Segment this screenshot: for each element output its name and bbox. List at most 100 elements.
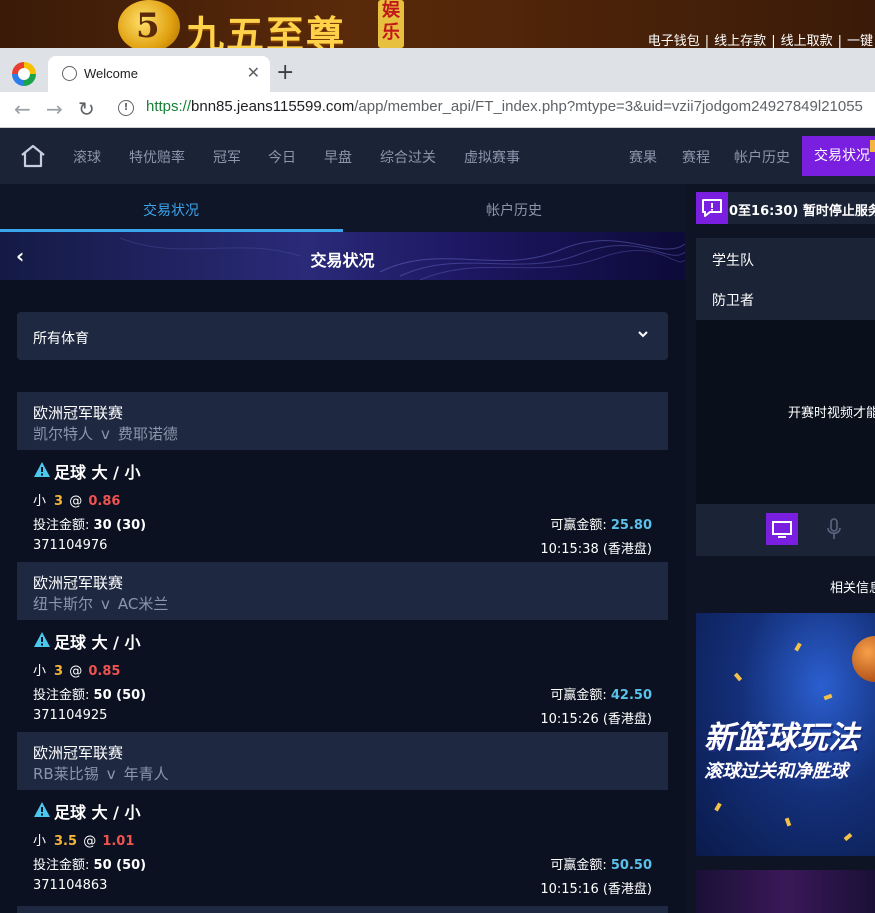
warning-icon (34, 802, 50, 817)
bet-market: 足球 大 / 小 (54, 633, 141, 652)
bet-odds: 0.86 (88, 494, 121, 509)
stake-label: 投注金额: (33, 688, 90, 703)
link-separator: | (704, 34, 710, 49)
close-icon[interactable]: ✕ (247, 63, 260, 82)
message-icon[interactable] (696, 192, 728, 224)
confetti-decoration (823, 693, 833, 701)
league-name: 欧洲冠军联赛 (33, 404, 124, 422)
next-bet-card-edge (17, 906, 668, 913)
side-team-b: 防卫者 (712, 293, 754, 309)
related-info-heading: 相关信息 (830, 581, 875, 596)
stake-value: 50 (50) (93, 688, 147, 703)
site-info-icon[interactable]: ! (118, 100, 134, 116)
nav-parlay[interactable]: 综合过关 (380, 147, 436, 167)
match-teams: RB莱比锡 v 年青人 (33, 763, 169, 784)
bet-card-header: 欧洲冠军联赛 RB莱比锡 v 年青人 (17, 732, 668, 790)
bet-id: 371104976 (33, 538, 108, 553)
tab-account-history[interactable]: 帐户历史 (486, 200, 542, 220)
confetti-decoration (843, 832, 853, 842)
link-one-click[interactable]: 一键 (845, 34, 875, 49)
chevron-down-icon[interactable] (637, 328, 649, 340)
stake-value: 50 (50) (93, 858, 147, 873)
bet-market: 足球 大 / 小 (54, 803, 141, 822)
side-team-a: 学生队 (712, 253, 754, 269)
away-team: 费耶诺德 (117, 425, 178, 443)
win-label: 可赢金额: (550, 858, 607, 873)
home-icon[interactable] (20, 144, 46, 168)
brand-tag-char-2: 乐 (382, 22, 400, 43)
link-deposit[interactable]: 线上存款 (712, 34, 768, 49)
sport-filter-select[interactable] (17, 312, 668, 360)
link-separator: | (771, 34, 776, 49)
second-promo-banner[interactable] (696, 870, 875, 913)
win-label: 可赢金额: (550, 688, 607, 703)
confetti-decoration (784, 817, 792, 827)
globe-icon (62, 66, 77, 81)
confetti-decoration (794, 642, 802, 652)
reload-icon[interactable]: ↻ (78, 97, 95, 121)
promo-subtitle: 滚球过关和净胜球 (704, 761, 848, 782)
tv-icon[interactable] (766, 513, 798, 545)
url-host: bnn85.jeans115599.com (191, 98, 355, 115)
at-sign: @ (69, 664, 83, 679)
sport-filter-value: 所有体育 (33, 331, 89, 347)
microphone-icon[interactable] (826, 518, 842, 540)
nav-early[interactable]: 早盘 (324, 147, 352, 167)
tab-bet-status[interactable]: 交易状况 (143, 200, 199, 220)
notification-dot (870, 140, 875, 152)
stake-line: 投注金额: 30 (30) (33, 514, 146, 533)
link-e-wallet[interactable]: 电子钱包 (646, 34, 702, 49)
vs-label: v (101, 595, 110, 613)
nav-bet-status[interactable]: 交易状况 (802, 136, 875, 176)
win-label: 可赢金额: (550, 518, 607, 533)
confetti-decoration (733, 672, 743, 682)
link-withdraw[interactable]: 线上取款 (779, 34, 835, 49)
home-team: RB莱比锡 (33, 765, 99, 783)
top-links: 电子钱包 | 线上存款 | 线上取款 | 一键 (646, 30, 875, 49)
nav-results[interactable]: 赛果 (629, 147, 657, 167)
win-line: 可赢金额: 25.80 (550, 514, 652, 533)
app-root: 5 九五至尊 娱 乐 电子钱包 | 线上存款 | 线上取款 | 一键 Welcome ✕ +… (0, 0, 875, 913)
nav-in-play[interactable]: 滚球 (73, 147, 101, 167)
browser-logo-icon[interactable] (12, 62, 36, 86)
at-sign: @ (69, 494, 83, 509)
forward-arrow-icon[interactable]: → (46, 97, 63, 121)
match-teams: 纽卡斯尔 v AC米兰 (33, 593, 168, 614)
win-line: 可赢金额: 42.50 (550, 684, 652, 703)
stake-label: 投注金额: (33, 858, 90, 873)
bet-selection: 小 (33, 664, 47, 679)
bet-card-header: 欧洲冠军联赛 凯尔特人 v 费耶诺德 (17, 392, 668, 450)
bet-card-header: 欧洲冠军联赛 纽卡斯尔 v AC米兰 (17, 562, 668, 620)
nav-special-odds[interactable]: 特优赔率 (129, 147, 185, 167)
address-input[interactable]: https://bnn85.jeans115599.com/app/member… (146, 98, 863, 115)
home-team: 凯尔特人 (33, 425, 94, 443)
bet-selection: 小 (33, 834, 47, 849)
new-tab-icon[interactable]: + (276, 60, 294, 86)
video-message: 开赛时视频才能 (788, 406, 875, 421)
bet-selection-line: 小 3.5 @ 1.01 (33, 830, 134, 849)
stake-value: 30 (30) (93, 518, 147, 533)
url-path: /app/member_api/FT_index.php?mtype=3&uid… (354, 98, 863, 115)
subtabs (0, 184, 685, 232)
vs-label: v (106, 765, 116, 783)
nav-virtual[interactable]: 虚拟赛事 (464, 147, 520, 167)
away-team: AC米兰 (117, 595, 169, 613)
stake-label: 投注金额: (33, 518, 90, 533)
warning-icon (34, 462, 50, 477)
browser-tab[interactable]: Welcome ✕ (48, 56, 270, 92)
tab-title: Welcome (84, 66, 138, 81)
notice-text: 0至16:30) 暂时停止服务 (729, 204, 875, 219)
league-name: 欧洲冠军联赛 (33, 744, 124, 762)
brand-logo-icon[interactable]: 5 (118, 0, 180, 52)
bet-odds: 1.01 (102, 834, 135, 849)
brand-tag-char-1: 娱 (382, 0, 400, 21)
back-arrow-icon[interactable]: ← (14, 97, 31, 121)
nav-today[interactable]: 今日 (268, 147, 296, 167)
bet-time: 10:15:16 (香港盘) (540, 882, 652, 897)
win-value: 42.50 (610, 688, 652, 703)
nav-schedule[interactable]: 赛程 (682, 147, 710, 167)
brand-logo-char: 5 (136, 6, 160, 46)
page-title: 交易状况 (310, 251, 375, 270)
nav-outright[interactable]: 冠军 (213, 147, 241, 167)
nav-account-history[interactable]: 帐户历史 (734, 147, 790, 167)
